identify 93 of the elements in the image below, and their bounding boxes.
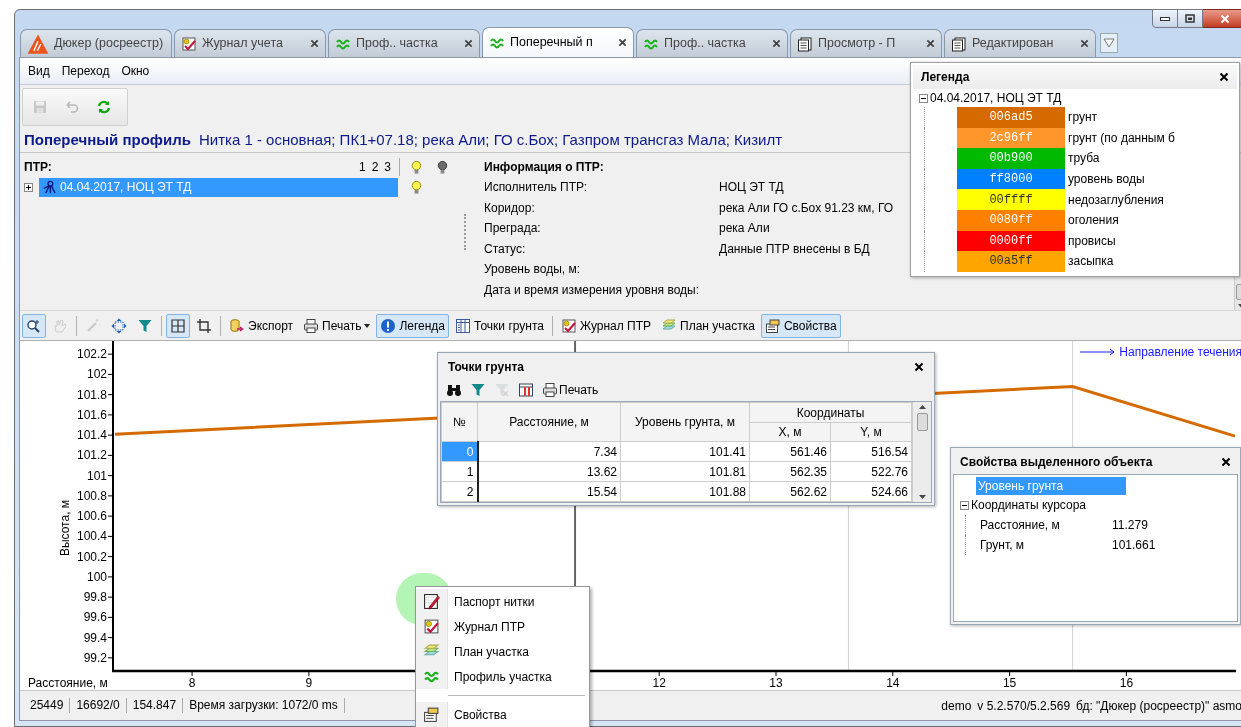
status-cell: 154.847 xyxy=(126,698,184,713)
status-cell: Время загрузки: 1072/0 ms xyxy=(183,698,345,713)
tab-label: Дюкер (росреестр) xyxy=(54,35,165,53)
table-cell: 562.62 xyxy=(749,481,831,502)
y-tick-label: 99.8 xyxy=(83,590,107,605)
y-tick-label: 100.4 xyxy=(76,529,107,544)
tree-item-label: Координаты курсора xyxy=(971,497,1086,514)
color-swatch: 006ad5 xyxy=(957,107,1065,128)
table-cell: 7.34 xyxy=(477,441,621,462)
tab-label: Поперечный п xyxy=(510,34,594,52)
table-cell: 101.81 xyxy=(620,461,750,482)
profile-title: Поперечный профиль xyxy=(24,130,191,151)
x-tick-label: 9 xyxy=(305,676,313,690)
panel-title: Легенда xyxy=(921,69,971,86)
info-value: Данные ПТР внесены в БД xyxy=(719,240,870,258)
property-name: Расстояние, м xyxy=(980,517,1061,534)
tab-label: Журнал учета xyxy=(202,35,284,53)
info-value: река Али xyxy=(719,220,770,238)
legend-label: засыпка xyxy=(1067,253,1114,271)
legend-label: грунт xyxy=(1067,109,1098,127)
x-tick-label: 8 xyxy=(188,676,196,690)
legend-label: труба xyxy=(1067,150,1100,168)
status-text: v 5.2.570/5.2.569 xyxy=(977,697,1071,715)
property-name: Грунт, м xyxy=(980,537,1026,554)
color-swatch: 00b900 xyxy=(957,148,1065,169)
legend-label: грунт (по данным б xyxy=(1067,129,1175,147)
y-tick-label: 100 xyxy=(86,569,107,584)
panel-title: Свойства выделенного объекта xyxy=(960,454,1154,471)
y-tick-label: 101.4 xyxy=(76,428,107,443)
info-label: Коридор: xyxy=(484,199,536,217)
tab-label: Редактирован xyxy=(972,35,1055,53)
status-cell: 16692/0 xyxy=(70,698,127,713)
y-tick-label: 102 xyxy=(86,367,107,382)
column-group-header: Координаты xyxy=(749,402,912,423)
y-tick-label: 99.6 xyxy=(83,610,107,625)
color-swatch: 00ffff xyxy=(957,189,1065,210)
table-cell: 101.88 xyxy=(620,481,750,502)
table-cell: 524.66 xyxy=(830,481,912,502)
color-swatch: 2c96ff xyxy=(957,127,1065,149)
table-cell: 13.62 xyxy=(477,461,621,482)
legend-label: уровень воды xyxy=(1067,171,1145,189)
property-value: 101.661 xyxy=(1112,537,1156,554)
table-cell: 101.41 xyxy=(620,441,750,462)
y-tick-label: 101.8 xyxy=(76,387,107,402)
x-tick-label: 16 xyxy=(1119,676,1134,690)
status-cell: 25449 xyxy=(24,698,71,713)
color-swatch: ff8000 xyxy=(957,168,1065,190)
panel-title: Точки грунта xyxy=(448,359,525,376)
tree-item-label: 04.04.2017, НОЦ ЭТ ТД xyxy=(60,179,192,196)
status-text: demo xyxy=(941,697,972,715)
y-tick-label: 99.2 xyxy=(83,650,107,665)
color-swatch: 00a5ff xyxy=(957,251,1065,272)
info-label: Преграда: xyxy=(484,220,542,238)
y-tick-label: 101 xyxy=(86,468,107,483)
info-value: река Али ГО с.Бох 91.23 км, ГО xyxy=(719,199,894,217)
table-cell: 15.54 xyxy=(477,481,621,502)
y-tick-label: 100.2 xyxy=(76,549,107,564)
flow-direction-label: Направление течения xyxy=(1119,344,1241,361)
legend-label: провисы xyxy=(1067,232,1116,250)
table-cell: 516.54 xyxy=(830,441,912,462)
y-axis-title: Высота, м xyxy=(58,499,72,557)
y-tick-label: 101.2 xyxy=(76,448,107,463)
info-value: НОЦ ЭТ ТД xyxy=(719,179,784,197)
y-tick-label: 100.8 xyxy=(76,488,107,503)
y-tick-label: 102.2 xyxy=(76,347,107,362)
table-cell: 561.46 xyxy=(749,441,831,462)
info-label: Уровень воды, м: xyxy=(484,261,582,279)
legend-label: недозаглубления xyxy=(1067,191,1164,209)
x-tick-label: 12 xyxy=(652,676,666,690)
x-axis-title: Расстояние, м xyxy=(28,676,108,690)
status-text: бд: "Дюкер (росреестр)" asmo xyxy=(1076,697,1241,715)
profile-details: Нитка 1 - основная; ПК1+07.18; река Али; ГО с.Бох; Газпром трансгаз Мала; Кизилт xyxy=(198,130,783,151)
x-tick-label: 15 xyxy=(1002,676,1017,690)
info-title: Информация о ПТР: xyxy=(484,159,604,176)
y-tick-label: 99.4 xyxy=(83,630,107,645)
x-tick-label: 14 xyxy=(886,676,900,690)
color-swatch: 0000ff xyxy=(957,230,1065,252)
color-swatch: 0080ff xyxy=(957,209,1065,231)
y-tick-label: 101.6 xyxy=(76,407,107,422)
y-tick-label: 100.6 xyxy=(76,509,107,524)
tree-item-label: 04.04.2017, НОЦ ЭТ ТД xyxy=(930,90,1062,107)
ptr-label: ПТР: xyxy=(24,159,53,176)
tab-label: Проф.. частка xyxy=(664,35,747,53)
table-cell: 562.35 xyxy=(749,461,831,482)
x-tick-label: 13 xyxy=(769,676,783,690)
info-label: Исполнитель ПТР: xyxy=(484,179,589,197)
info-label: Статус: xyxy=(484,240,527,258)
tab-label: Просмотр - П xyxy=(818,35,897,53)
legend-label: оголения xyxy=(1067,212,1119,230)
tab-label: Проф.. частка xyxy=(356,35,439,53)
property-value: 11.279 xyxy=(1112,517,1148,534)
table-cell: 522.76 xyxy=(830,461,912,482)
info-label: Дата и время измерения уровня воды: xyxy=(484,281,701,299)
